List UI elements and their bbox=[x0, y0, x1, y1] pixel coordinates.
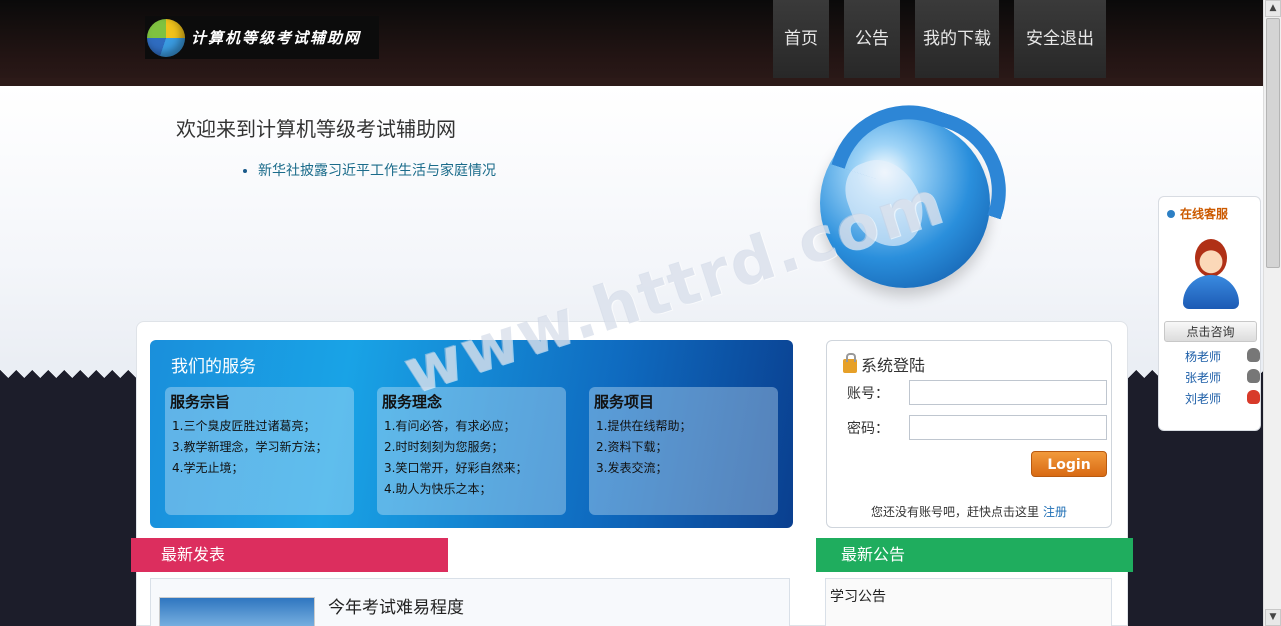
service-box-projects: 服务项目 1.提供在线帮助； 2.资料下载； 3.发表交流； bbox=[589, 387, 778, 515]
list-item: 1.三个臭皮匠胜过诸葛亮； bbox=[172, 419, 316, 433]
pie-logo-icon bbox=[147, 18, 185, 57]
main-nav: 首页 公告 我的下载 安全退出 bbox=[773, 0, 1121, 86]
globe-icon bbox=[820, 118, 990, 288]
article-card[interactable]: 今年考试难易程度 bbox=[150, 578, 790, 626]
online-service-title-text: 在线客服 bbox=[1180, 207, 1229, 221]
services-title: 我们的服务 bbox=[171, 357, 256, 377]
qq-offline-icon[interactable] bbox=[1247, 348, 1260, 362]
register-prompt: 您还没有账号吧，赶快点击这里 注册 bbox=[871, 503, 1067, 520]
password-input[interactable] bbox=[909, 415, 1107, 440]
article-title[interactable]: 今年考试难易程度 bbox=[328, 593, 464, 618]
latest-posts-header: 最新发表 bbox=[131, 538, 448, 572]
list-item: 2.资料下载； bbox=[596, 440, 668, 454]
password-label: 密码： bbox=[847, 421, 889, 437]
login-title-text: 系统登陆 bbox=[861, 356, 926, 375]
nav-notice[interactable]: 公告 bbox=[844, 0, 900, 86]
scroll-thumb[interactable] bbox=[1266, 18, 1280, 268]
list-item: 3.教学新理念，学习新方法； bbox=[172, 440, 328, 454]
list-item: 4.助人为快乐之本； bbox=[384, 482, 492, 496]
nav-logout[interactable]: 安全退出 bbox=[1014, 0, 1106, 86]
lock-icon bbox=[843, 353, 857, 373]
site-logo[interactable]: 计算机等级考试辅助网 bbox=[145, 16, 379, 59]
article-thumbnail[interactable] bbox=[159, 597, 315, 626]
bullet-icon bbox=[1167, 209, 1175, 218]
login-panel: 系统登陆 账号： 密码： Login 您还没有账号吧，赶快点击这里 注册 bbox=[826, 340, 1112, 528]
consult-button[interactable]: 点击咨询 bbox=[1164, 321, 1257, 342]
scroll-up-arrow-icon[interactable]: ▲ bbox=[1265, 0, 1281, 17]
account-label: 账号： bbox=[847, 386, 889, 402]
register-link[interactable]: 注册 bbox=[1043, 505, 1067, 519]
list-item: 2.时时刻刻为您服务； bbox=[384, 440, 504, 454]
services-panel: 我们的服务 服务宗旨 1.三个臭皮匠胜过诸葛亮； 3.教学新理念，学习新方法； … bbox=[150, 340, 793, 528]
list-item: 新华社披露习近平工作生活与家庭情况 bbox=[258, 160, 496, 180]
account-input[interactable] bbox=[909, 380, 1107, 405]
service-box-philosophy: 服务理念 1.有问必答，有求必应； 2.时时刻刻为您服务； 3.笑口常开，好彩自… bbox=[377, 387, 566, 515]
agent-avatar-icon bbox=[1181, 237, 1241, 312]
welcome-heading: 欢迎来到计算机等级考试辅助网 bbox=[176, 117, 456, 141]
login-button[interactable]: Login bbox=[1031, 451, 1107, 477]
agent-body bbox=[1183, 275, 1239, 309]
hero-news-list: 新华社披露习近平工作生活与家庭情况 bbox=[246, 160, 496, 180]
teacher-link-zhang[interactable]: 张老师 bbox=[1185, 369, 1221, 386]
list-item: 3.发表交流； bbox=[596, 461, 668, 475]
logo-text: 计算机等级考试辅助网 bbox=[191, 29, 362, 47]
list-item: 1.有问必答，有求必应； bbox=[384, 419, 516, 433]
register-prompt-text: 您还没有账号吧，赶快点击这里 bbox=[871, 505, 1040, 519]
service-box-heading: 服务宗旨 bbox=[170, 393, 231, 411]
service-box-purpose: 服务宗旨 1.三个臭皮匠胜过诸葛亮； 3.教学新理念，学习新方法； 4.学无止境… bbox=[165, 387, 354, 515]
list-item: 4.学无止境； bbox=[172, 461, 244, 475]
service-box-heading: 服务理念 bbox=[382, 393, 443, 411]
qq-online-icon[interactable] bbox=[1247, 390, 1260, 404]
list-item: 3.笑口常开，好彩自然来； bbox=[384, 461, 528, 475]
qq-offline-icon[interactable] bbox=[1247, 369, 1260, 383]
latest-notices-header: 最新公告 bbox=[816, 538, 1133, 572]
vertical-scrollbar[interactable]: ▲ ▼ bbox=[1263, 0, 1281, 626]
news-link[interactable]: 新华社披露习近平工作生活与家庭情况 bbox=[258, 163, 496, 179]
list-item[interactable]: 学习公告 bbox=[830, 586, 886, 606]
teacher-link-yang[interactable]: 杨老师 bbox=[1185, 348, 1221, 365]
agent-head bbox=[1195, 239, 1227, 277]
teacher-link-liu[interactable]: 刘老师 bbox=[1185, 390, 1221, 407]
online-service-widget: 在线客服 点击咨询 杨老师 张老师 刘老师 bbox=[1158, 196, 1261, 431]
notice-list: 学习公告 bbox=[825, 578, 1112, 626]
nav-my-downloads[interactable]: 我的下载 bbox=[915, 0, 999, 86]
list-item: 1.提供在线帮助； bbox=[596, 419, 692, 433]
scroll-down-arrow-icon[interactable]: ▼ bbox=[1265, 609, 1281, 626]
nav-home[interactable]: 首页 bbox=[773, 0, 829, 86]
site-header: 计算机等级考试辅助网 首页 公告 我的下载 安全退出 bbox=[0, 0, 1263, 86]
online-service-title: 在线客服 bbox=[1167, 205, 1228, 222]
login-title: 系统登陆 bbox=[843, 352, 925, 376]
service-box-heading: 服务项目 bbox=[594, 393, 655, 411]
